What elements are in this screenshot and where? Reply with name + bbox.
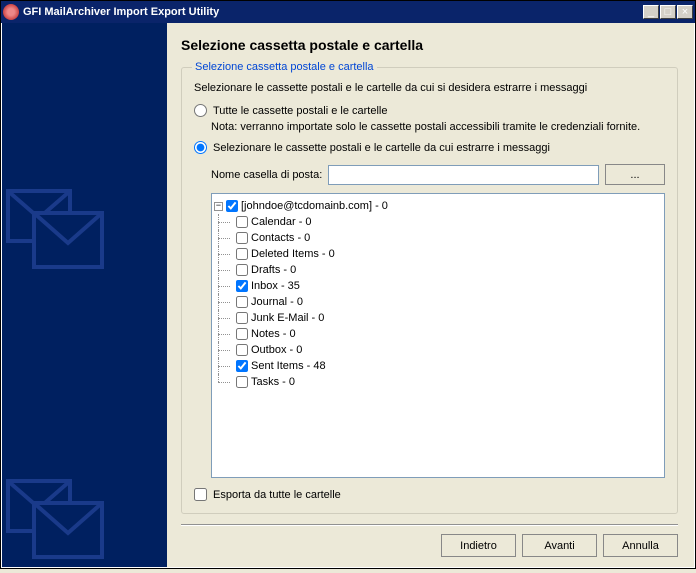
tree-item-label[interactable]: Sent Items - 48 xyxy=(251,360,326,372)
tree-item-checkbox[interactable] xyxy=(236,280,248,292)
radio-select-row[interactable]: Selezionare le cassette postali e le car… xyxy=(194,141,665,154)
minimize-button[interactable]: _ xyxy=(643,5,659,19)
maximize-button[interactable]: □ xyxy=(660,5,676,19)
sidebar-banner xyxy=(2,23,167,567)
mailbox-name-input[interactable] xyxy=(328,165,599,185)
export-all-label[interactable]: Esporta da tutte le cartelle xyxy=(213,489,341,501)
radio-all-label[interactable]: Tutte le cassette postali e le cartelle xyxy=(213,105,387,117)
mailbox-name-label: Nome casella di posta: xyxy=(211,169,322,181)
tree-item-label[interactable]: Inbox - 35 xyxy=(251,280,300,292)
tree-root-label[interactable]: [johndoe@tcdomainb.com] - 0 xyxy=(241,200,388,212)
content-pane: Selezione cassetta postale e cartella Se… xyxy=(167,23,694,567)
tree-item[interactable]: Deleted Items - 0 xyxy=(214,246,662,262)
tree-item[interactable]: Contacts - 0 xyxy=(214,230,662,246)
export-all-row[interactable]: Esporta da tutte le cartelle xyxy=(194,488,665,501)
export-all-checkbox[interactable] xyxy=(194,488,207,501)
mailbox-name-row: Nome casella di posta: ... xyxy=(211,164,665,185)
back-button[interactable]: Indietro xyxy=(441,534,516,557)
tree-item-checkbox[interactable] xyxy=(236,360,248,372)
browse-button[interactable]: ... xyxy=(605,164,665,185)
cancel-button[interactable]: Annulla xyxy=(603,534,678,557)
tree-item-checkbox[interactable] xyxy=(236,248,248,260)
tree-item-label[interactable]: Deleted Items - 0 xyxy=(251,248,335,260)
radio-select[interactable] xyxy=(194,141,207,154)
radio-all-row[interactable]: Tutte le cassette postali e le cartelle xyxy=(194,104,665,117)
selection-group: Selezione cassetta postale e cartella Se… xyxy=(181,67,678,514)
tree-item[interactable]: Junk E-Mail - 0 xyxy=(214,310,662,326)
group-description: Selezionare le cassette postali e le car… xyxy=(194,82,665,94)
tree-item[interactable]: Tasks - 0 xyxy=(214,374,662,390)
tree-item-label[interactable]: Junk E-Mail - 0 xyxy=(251,312,324,324)
tree-item-label[interactable]: Drafts - 0 xyxy=(251,264,296,276)
tree-root-checkbox[interactable] xyxy=(226,200,238,212)
group-legend: Selezione cassetta postale e cartella xyxy=(192,61,377,73)
tree-item-label[interactable]: Calendar - 0 xyxy=(251,216,312,228)
tree-item[interactable]: Outbox - 0 xyxy=(214,342,662,358)
tree-item[interactable]: Calendar - 0 xyxy=(214,214,662,230)
application-window: GFI MailArchiver Import Export Utility _… xyxy=(0,0,696,569)
minimize-icon: _ xyxy=(648,6,654,18)
tree-item-label[interactable]: Notes - 0 xyxy=(251,328,296,340)
tree-item-label[interactable]: Tasks - 0 xyxy=(251,376,295,388)
radio-select-label[interactable]: Selezionare le cassette postali e le car… xyxy=(213,142,550,154)
tree-item[interactable]: Journal - 0 xyxy=(214,294,662,310)
footer-separator xyxy=(181,524,678,526)
tree-item[interactable]: Notes - 0 xyxy=(214,326,662,342)
close-icon: × xyxy=(682,6,688,18)
close-button[interactable]: × xyxy=(677,5,693,19)
window-body: Selezione cassetta postale e cartella Se… xyxy=(1,23,695,568)
radio-all[interactable] xyxy=(194,104,207,117)
maximize-icon: □ xyxy=(665,6,672,18)
tree-item-label[interactable]: Contacts - 0 xyxy=(251,232,310,244)
tree-item-label[interactable]: Outbox - 0 xyxy=(251,344,302,356)
tree-item-label[interactable]: Journal - 0 xyxy=(251,296,303,308)
page-title: Selezione cassetta postale e cartella xyxy=(181,37,678,53)
radio-all-note: Nota: verranno importate solo le cassett… xyxy=(211,121,665,133)
tree-item-checkbox[interactable] xyxy=(236,344,248,356)
tree-root-node[interactable]: − [johndoe@tcdomainb.com] - 0 xyxy=(214,198,662,214)
envelope-icon xyxy=(2,463,122,573)
window-title: GFI MailArchiver Import Export Utility xyxy=(23,6,643,18)
window-controls: _ □ × xyxy=(643,5,693,19)
tree-item-checkbox[interactable] xyxy=(236,328,248,340)
tree-item-checkbox[interactable] xyxy=(236,312,248,324)
tree-item[interactable]: Drafts - 0 xyxy=(214,262,662,278)
tree-item-checkbox[interactable] xyxy=(236,232,248,244)
folder-tree[interactable]: − [johndoe@tcdomainb.com] - 0 Calendar -… xyxy=(211,193,665,478)
footer-buttons: Indietro Avanti Annulla xyxy=(181,534,678,557)
app-icon xyxy=(3,4,19,20)
next-button[interactable]: Avanti xyxy=(522,534,597,557)
tree-item-checkbox[interactable] xyxy=(236,376,248,388)
tree-toggle-icon[interactable]: − xyxy=(214,202,223,211)
tree-item[interactable]: Inbox - 35 xyxy=(214,278,662,294)
titlebar[interactable]: GFI MailArchiver Import Export Utility _… xyxy=(1,1,695,23)
tree-item-checkbox[interactable] xyxy=(236,296,248,308)
tree-item[interactable]: Sent Items - 48 xyxy=(214,358,662,374)
tree-item-checkbox[interactable] xyxy=(236,216,248,228)
tree-item-checkbox[interactable] xyxy=(236,264,248,276)
envelope-icon xyxy=(2,173,122,283)
